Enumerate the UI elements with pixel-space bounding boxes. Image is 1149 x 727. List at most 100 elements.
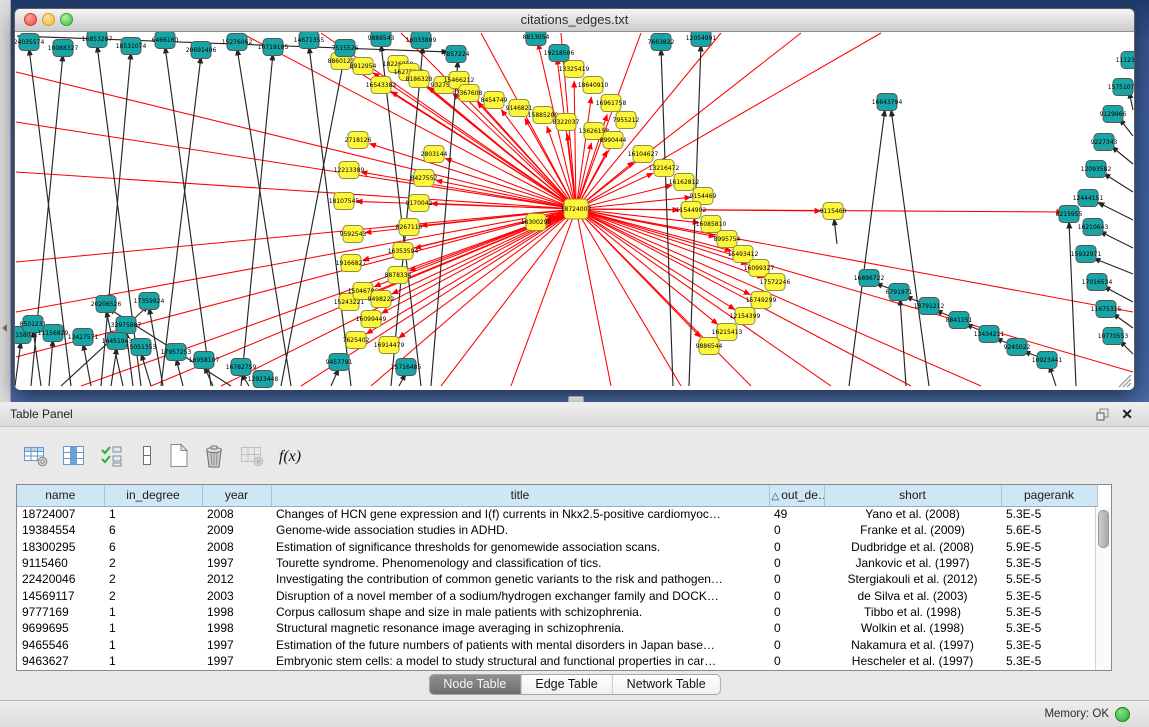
column-header-name[interactable]: name: [17, 485, 104, 506]
graph-node[interactable]: 7955212: [613, 112, 640, 129]
graph-node[interactable]: 20691406: [186, 42, 217, 59]
graph-node[interactable]: 6791971: [886, 284, 913, 301]
table-row[interactable]: 946554611997Estimation of the future num…: [17, 636, 1097, 652]
graph-node[interactable]: 9245022: [1004, 339, 1031, 356]
graph-node[interactable]: 12213389: [334, 162, 365, 179]
show-columns-icon[interactable]: [58, 441, 90, 473]
graph-node[interactable]: 8186328: [406, 71, 433, 88]
close-panel-icon[interactable]: ✕: [1121, 406, 1133, 423]
column-header-title[interactable]: title: [271, 485, 769, 506]
table-mode-icon[interactable]: [20, 441, 52, 473]
graph-node[interactable]: 9886544: [696, 338, 723, 355]
graph-node[interactable]: 16085810: [696, 216, 727, 233]
graph-node[interactable]: 12154399: [730, 308, 761, 325]
tab-node-table[interactable]: Node Table: [429, 675, 520, 694]
graph-node[interactable]: 7663822: [648, 34, 675, 51]
graph-node[interactable]: 16643794: [872, 94, 903, 111]
graph-node[interactable]: 8995754: [714, 231, 741, 248]
collapsed-control-panel-strip[interactable]: [0, 0, 11, 402]
graph-node[interactable]: 13427571: [68, 329, 99, 346]
graph-node[interactable]: 10770553: [1098, 328, 1129, 345]
tab-edge-table[interactable]: Edge Table: [520, 675, 611, 694]
graph-node[interactable]: 9170042: [406, 195, 433, 212]
graph-node[interactable]: 8454749: [481, 92, 508, 109]
graph-node[interactable]: 9129966: [1100, 106, 1127, 123]
graph-node[interactable]: 16958107: [189, 352, 220, 369]
graph-node[interactable]: 8990444: [600, 132, 627, 149]
graph-node[interactable]: 9886543: [368, 32, 395, 47]
graph-node[interactable]: 7625402: [343, 332, 370, 349]
graph-node[interactable]: 15716485: [391, 359, 422, 376]
graph-node[interactable]: 8215955: [1056, 206, 1083, 223]
function-builder-icon[interactable]: f(x): [272, 441, 308, 473]
graph-node[interactable]: 10923441: [1032, 352, 1063, 369]
column-header-in_degree[interactable]: in_degree: [104, 485, 202, 506]
graph-node[interactable]: 12923448: [248, 371, 279, 388]
table-row[interactable]: 2242004622012Investigating the contribut…: [17, 571, 1097, 587]
table-row[interactable]: 1872400712008Changes of HCN gene express…: [17, 506, 1097, 522]
graph-node[interactable]: 17359924: [134, 293, 165, 310]
row-height-icon[interactable]: [131, 441, 163, 473]
graph-node[interactable]: 12444151: [1073, 190, 1104, 207]
table-row[interactable]: 1830029562008Estimation of significance …: [17, 539, 1097, 555]
graph-node[interactable]: 9457791: [326, 354, 353, 371]
graph-node[interactable]: 9592543: [340, 226, 367, 243]
graph-node[interactable]: 18640910: [578, 77, 609, 94]
graph-node[interactable]: 8322037: [553, 114, 580, 131]
graph-node[interactable]: 6466160: [152, 32, 179, 49]
graph-node[interactable]: 9115460: [820, 203, 847, 220]
column-header-pagerank[interactable]: pagerank: [1001, 485, 1097, 506]
graph-node[interactable]: 18107545: [329, 193, 360, 210]
window-resize-grip[interactable]: [1116, 372, 1132, 388]
table-row[interactable]: 1456911722003Disruption of a novel membe…: [17, 587, 1097, 603]
column-header-short[interactable]: short: [824, 485, 1001, 506]
graph-node[interactable]: 2718126: [345, 132, 372, 149]
float-panel-icon[interactable]: [1096, 408, 1109, 421]
table-row[interactable]: 969969511998Structural magnetic resonanc…: [17, 620, 1097, 636]
graph-node[interactable]: 19218506: [544, 45, 575, 62]
graph-node[interactable]: 15751074: [1108, 79, 1134, 96]
delete-columns-trash-icon[interactable]: [198, 441, 230, 473]
select-columns-icon[interactable]: [96, 441, 128, 473]
table-scrollbar[interactable]: [1095, 507, 1111, 670]
graph-node[interactable]: 16353594: [388, 243, 419, 260]
column-header-year[interactable]: year: [202, 485, 271, 506]
graph-node[interactable]: 19166827: [336, 255, 367, 272]
graph-node[interactable]: 11123744: [1116, 52, 1134, 69]
graph-node[interactable]: 16961758: [596, 95, 627, 112]
graph-node[interactable]: 8841151: [946, 312, 973, 329]
graph-node[interactable]: 2367608: [456, 85, 483, 102]
graph-node[interactable]: 8427552: [411, 170, 438, 187]
graph-node[interactable]: 16033809: [406, 32, 437, 49]
network-window[interactable]: citations_edges.txt 18724007183002958860…: [14, 8, 1135, 390]
graph-node[interactable]: 10719185: [258, 39, 289, 56]
graph-node[interactable]: 16914479: [374, 337, 405, 354]
graph-node[interactable]: 11675315: [1091, 301, 1122, 318]
graph-node[interactable]: 13216472: [649, 160, 680, 177]
table-scrollbar-thumb[interactable]: [1098, 510, 1109, 548]
create-column-icon[interactable]: [163, 441, 195, 473]
table-row[interactable]: 946362711997Embryonic stem cells: a mode…: [17, 653, 1097, 669]
graph-node[interactable]: 8813054: [523, 32, 550, 46]
graph-node[interactable]: 20206526: [91, 296, 122, 313]
table-row[interactable]: 977716911998Corpus callosum shape and si…: [17, 604, 1097, 620]
graph-node[interactable]: 10088327: [48, 40, 79, 57]
network-graph[interactable]: 1872400718300295886012389129541654338227…: [15, 32, 1134, 390]
delete-table-icon[interactable]: [236, 441, 268, 473]
network-view-canvas[interactable]: 1872400718300295886012389129541654338227…: [15, 32, 1134, 390]
graph-node[interactable]: 8878334: [385, 267, 412, 284]
graph-node[interactable]: 16896722: [854, 270, 885, 287]
panel-expand-arrow-icon[interactable]: [2, 324, 7, 332]
graph-node[interactable]: 7857224: [443, 46, 470, 63]
table-row[interactable]: 1938455462009Genome-wide association stu…: [17, 522, 1097, 538]
table-row[interactable]: 911546021997Tourette syndrome. Phenomeno…: [17, 555, 1097, 571]
graph-node[interactable]: 9498222: [368, 291, 395, 308]
column-header-out_de[interactable]: △out_de…: [769, 485, 824, 506]
graph-node[interactable]: 9227343: [1091, 134, 1118, 151]
graph-node[interactable]: 16853287: [82, 32, 113, 48]
graph-node[interactable]: 8912954: [350, 58, 377, 75]
graph-node[interactable]: 2803144: [421, 146, 448, 163]
graph-node[interactable]: 18724007: [561, 199, 592, 219]
graph-node[interactable]: 8267110: [396, 219, 423, 236]
graph-node[interactable]: 24035574: [15, 34, 44, 51]
